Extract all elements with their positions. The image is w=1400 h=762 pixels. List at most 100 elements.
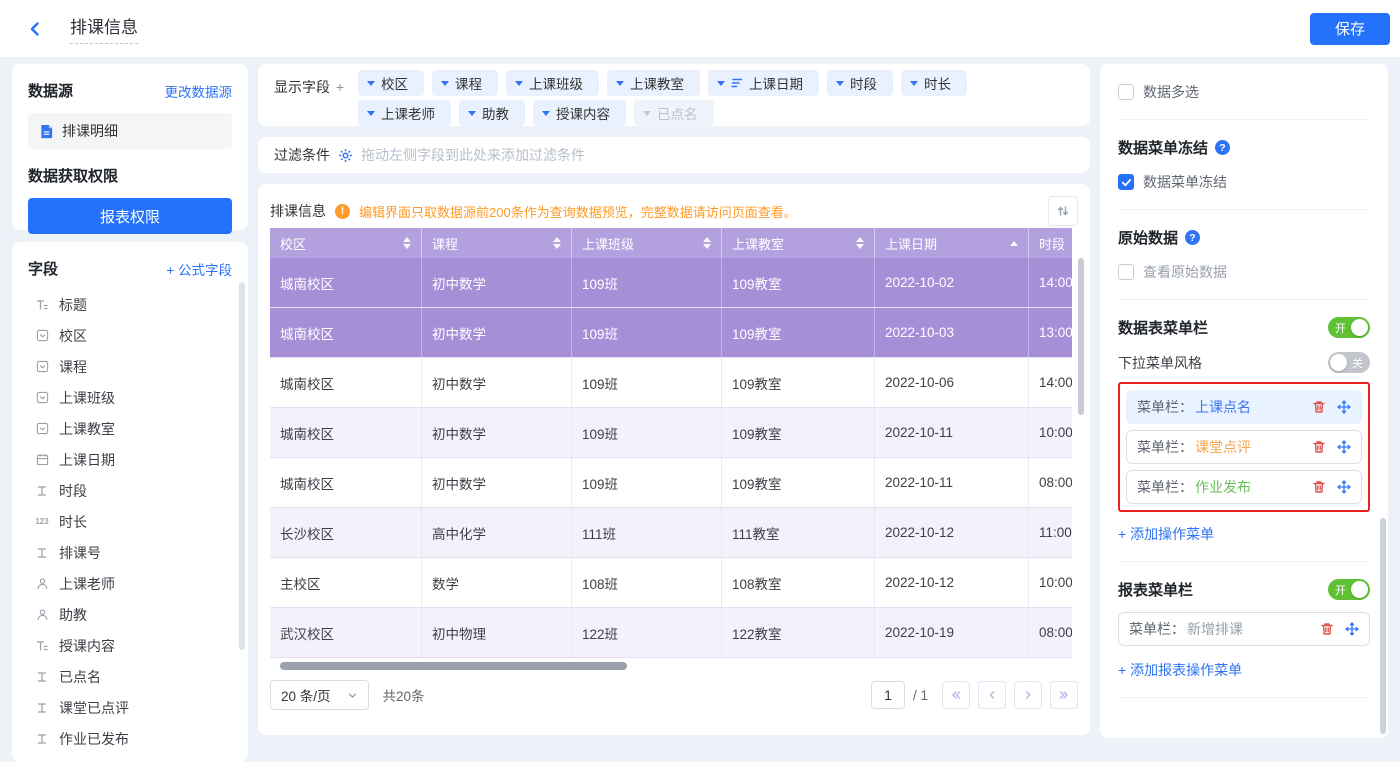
freeze-checkbox[interactable] <box>1118 174 1134 190</box>
change-datasource-link[interactable]: 更改数据源 <box>165 81 233 101</box>
gear-icon[interactable] <box>338 148 353 163</box>
menu-item[interactable]: 菜单栏：作业发布 <box>1126 470 1362 504</box>
table-row[interactable]: 武汉校区初中物理122班122教室2022-10-1908:00-0 <box>270 608 1072 658</box>
table-row[interactable]: 城南校区初中数学109班109教室2022-10-1108:00-0 <box>270 458 1072 508</box>
field-item[interactable]: 已点名 <box>28 661 232 692</box>
trash-icon[interactable] <box>1312 440 1326 454</box>
column-header[interactable]: 课程 <box>422 228 572 258</box>
field-item[interactable]: 标题 <box>28 289 232 320</box>
filter-bar[interactable]: 过滤条件 拖动左侧字段到此处来添加过滤条件 <box>258 137 1090 173</box>
field-item[interactable]: 上课日期 <box>28 444 232 475</box>
table-menu-toggle[interactable]: 开 <box>1328 317 1370 338</box>
vertical-scrollbar[interactable] <box>1078 258 1084 415</box>
field-item[interactable]: 上课教室 <box>28 413 232 444</box>
field-item[interactable]: 课堂已点评 <box>28 692 232 723</box>
field-item[interactable]: 授课内容 <box>28 630 232 661</box>
save-button[interactable]: 保存 <box>1310 13 1390 45</box>
chevron-down-icon <box>441 81 449 86</box>
field-item[interactable]: 上课老师 <box>28 568 232 599</box>
display-field-chip[interactable]: 已点名 <box>634 100 714 126</box>
display-field-chip[interactable]: 时段 <box>827 70 893 96</box>
field-item[interactable]: 作业已发布 <box>28 723 232 754</box>
trash-icon[interactable] <box>1312 400 1326 414</box>
first-page-button[interactable] <box>942 681 970 709</box>
check-icon <box>1121 177 1132 188</box>
menu-item[interactable]: 菜单栏：课堂点评 <box>1126 430 1362 464</box>
table-cell: 10:00-1 <box>1029 408 1072 457</box>
column-header[interactable]: 上课班级 <box>572 228 722 258</box>
trash-icon[interactable] <box>1312 480 1326 494</box>
back-button[interactable] <box>26 20 44 38</box>
page-input[interactable]: 1 <box>871 681 905 709</box>
menu-item-name: 新增排课 <box>1187 619 1243 639</box>
add-menu-link[interactable]: + 添加操作菜单 <box>1118 524 1214 544</box>
menu-item[interactable]: 菜单栏：上课点名 <box>1126 390 1362 424</box>
freeze-checkbox-row[interactable]: 数据菜单冻结 <box>1118 172 1370 192</box>
chip-label: 上课班级 <box>529 73 583 93</box>
table-row[interactable]: 城南校区初中数学109班109教室2022-10-0214:00-1 <box>270 258 1072 308</box>
fields-scrollbar[interactable] <box>239 282 245 650</box>
toggle-knob <box>1330 354 1347 371</box>
display-field-chip[interactable]: 时长 <box>901 70 967 96</box>
menu-item[interactable]: 菜单栏：新增排课 <box>1118 612 1370 646</box>
last-page-button[interactable] <box>1050 681 1078 709</box>
trash-icon[interactable] <box>1320 622 1334 636</box>
help-icon[interactable]: ? <box>1215 140 1230 155</box>
multi-select-row[interactable]: 数据多选 <box>1118 82 1370 102</box>
move-icon[interactable] <box>1337 440 1351 454</box>
report-menu-toggle[interactable]: 开 <box>1328 579 1370 600</box>
sort-icon <box>553 237 561 249</box>
help-icon[interactable]: ? <box>1185 230 1200 245</box>
chevron-down-icon <box>367 81 375 86</box>
move-icon[interactable] <box>1337 480 1351 494</box>
page-size-select[interactable]: 20 条/页 <box>270 680 369 710</box>
field-item[interactable]: 助教 <box>28 599 232 630</box>
column-header[interactable]: 上课教室 <box>722 228 875 258</box>
display-field-chip[interactable]: 上课日期 <box>708 70 819 96</box>
add-report-menu-link[interactable]: + 添加报表操作菜单 <box>1118 660 1242 680</box>
page-title[interactable]: 排课信息 <box>70 13 138 44</box>
add-formula-field-link[interactable]: + 公式字段 <box>166 259 232 279</box>
raw-data-checkbox-row[interactable]: 查看原始数据 <box>1118 262 1370 282</box>
table-cell: 109班 <box>572 358 722 407</box>
column-header[interactable]: 时段 <box>1029 228 1072 258</box>
table-row[interactable]: 主校区数学108班108教室2022-10-1210:00-1 <box>270 558 1072 608</box>
display-field-chip[interactable]: 课程 <box>432 70 498 96</box>
datasource-item[interactable]: 排课明细 <box>28 113 232 149</box>
display-field-chip[interactable]: 授课内容 <box>533 100 626 126</box>
column-header[interactable]: 上课日期 <box>875 228 1029 258</box>
display-field-chip[interactable]: 上课教室 <box>607 70 700 96</box>
table-row[interactable]: 城南校区初中数学109班109教室2022-10-0313:00-1 <box>270 308 1072 358</box>
table-row[interactable]: 长沙校区高中化学111班111教室2022-10-1211:00-1 <box>270 508 1072 558</box>
dropdown-style-toggle[interactable]: 关 <box>1328 352 1370 373</box>
table-row[interactable]: 城南校区初中数学109班109教室2022-10-0614:00-1 <box>270 358 1072 408</box>
filter-placeholder: 拖动左侧字段到此处来添加过滤条件 <box>361 145 585 165</box>
raw-data-checkbox[interactable] <box>1118 264 1134 280</box>
move-icon[interactable] <box>1337 400 1351 414</box>
field-item[interactable]: 课程 <box>28 351 232 382</box>
sort-toggle-button[interactable] <box>1048 196 1078 226</box>
display-field-chip[interactable]: 校区 <box>358 70 424 96</box>
display-field-chip[interactable]: 上课班级 <box>506 70 599 96</box>
settings-scrollbar[interactable] <box>1380 518 1386 734</box>
move-icon[interactable] <box>1345 622 1359 636</box>
multi-select-checkbox[interactable] <box>1118 84 1134 100</box>
table-cell: 初中物理 <box>422 608 572 657</box>
menu-item-name: 课堂点评 <box>1195 437 1251 457</box>
field-item[interactable]: 上课班级 <box>28 382 232 413</box>
prev-page-button[interactable] <box>978 681 1006 709</box>
menu-item-name: 作业发布 <box>1195 477 1251 497</box>
field-item[interactable]: 123时长 <box>28 506 232 537</box>
next-page-button[interactable] <box>1014 681 1042 709</box>
display-field-chip[interactable]: 上课老师 <box>358 100 451 126</box>
horizontal-scrollbar[interactable] <box>280 662 627 670</box>
report-permission-button[interactable]: 报表权限 <box>28 198 232 234</box>
field-item[interactable]: 时段 <box>28 475 232 506</box>
field-item[interactable]: 排课号 <box>28 537 232 568</box>
field-item[interactable]: 校区 <box>28 320 232 351</box>
add-display-field-button[interactable]: + <box>336 79 344 95</box>
table-cell: 城南校区 <box>270 458 422 507</box>
column-header[interactable]: 校区 <box>270 228 422 258</box>
table-row[interactable]: 城南校区初中数学109班109教室2022-10-1110:00-1 <box>270 408 1072 458</box>
display-field-chip[interactable]: 助教 <box>459 100 525 126</box>
